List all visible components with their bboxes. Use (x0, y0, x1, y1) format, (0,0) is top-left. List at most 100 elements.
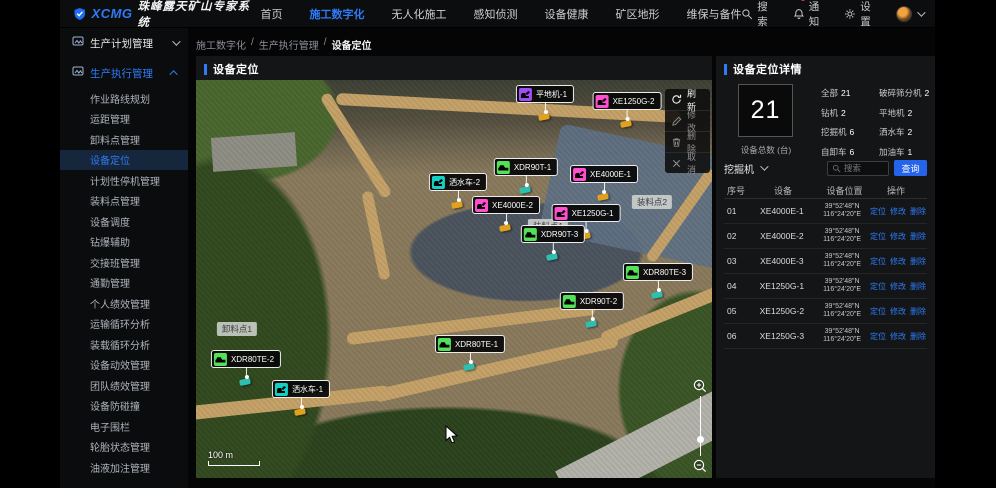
locate-link[interactable]: 定位 (870, 231, 886, 242)
map-tool-cancel[interactable]: 取消 (665, 152, 710, 173)
equipment-marker[interactable]: XE4000E-1 (570, 165, 638, 183)
device-type-select[interactable]: 挖掘机 (724, 161, 766, 176)
equipment-marker[interactable]: XDR90T-1 (494, 158, 558, 176)
nav-menu-item[interactable]: 维保与备件 (686, 6, 741, 22)
satellite-map[interactable]: 卸料点1装料点1装料点2 平地机-1XE1250G-2XDR90T-1洒水车-2… (196, 80, 712, 478)
locate-link[interactable]: 定位 (870, 331, 886, 342)
settings-button[interactable]: 设置 (844, 0, 881, 29)
modify-link[interactable]: 修改 (890, 281, 906, 292)
locate-link[interactable]: 定位 (870, 206, 886, 217)
equipment-marker[interactable]: XE1250G-1 (552, 204, 621, 222)
sidebar-item[interactable]: 团队绩效管理 (60, 375, 188, 396)
sidebar-item[interactable]: 计划性停机管理 (60, 170, 188, 191)
modify-link[interactable]: 修改 (890, 231, 906, 242)
stat-value: 1 (908, 147, 913, 157)
equipment-marker[interactable]: 洒水车-1 (272, 380, 330, 398)
equipment-marker[interactable]: 平地机-1 (516, 85, 574, 103)
sidebar-item[interactable]: 设备防碰撞 (60, 396, 188, 417)
sidebar-item[interactable]: 设备调度 (60, 211, 188, 232)
app-window: XCMG 珠峰露天矿山专家系统 首页施工数字化无人化施工感知侦测设备健康矿区地形… (60, 0, 935, 488)
table-header-cell: 设备位置 (816, 184, 873, 197)
sidebar-item[interactable]: 交接班管理 (60, 252, 188, 273)
delete-link[interactable]: 删除 (910, 231, 926, 242)
table-header-row: 序号设备设备位置操作 (724, 182, 927, 199)
equipment-label: XDR90T-1 (514, 163, 551, 172)
locate-link[interactable]: 定位 (870, 256, 886, 267)
sidebar-item[interactable]: 作业路线规划 (60, 88, 188, 109)
query-button[interactable]: 查询 (894, 160, 927, 176)
modify-link[interactable]: 修改 (890, 256, 906, 267)
sidebar-group[interactable]: 生产计划管理 (60, 28, 188, 58)
modify-link[interactable]: 修改 (890, 206, 906, 217)
modify-link[interactable]: 修改 (890, 306, 906, 317)
equipment-marker[interactable]: XDR80TE-3 (623, 263, 693, 281)
sidebar-item[interactable]: 轮胎状态管理 (60, 437, 188, 458)
sidebar-item[interactable]: 通勤管理 (60, 273, 188, 294)
nav-menu-item[interactable]: 施工数字化 (309, 6, 364, 22)
equipment-marker[interactable]: XE4000E-2 (472, 196, 540, 214)
notification-badge (801, 0, 805, 1)
zoom-slider-track[interactable] (700, 396, 701, 456)
sidebar-item[interactable]: 设备动效管理 (60, 355, 188, 376)
zoom-in-button[interactable] (692, 378, 708, 394)
device-search-input[interactable]: 搜索 (827, 161, 889, 176)
delete-link[interactable]: 删除 (910, 206, 926, 217)
locate-link[interactable]: 定位 (870, 281, 886, 292)
sidebar-group[interactable]: 生产执行管理 (60, 58, 188, 88)
sidebar-item[interactable]: 装料点管理 (60, 191, 188, 212)
device-stat: 自卸车6 (821, 146, 879, 158)
search-button[interactable]: 搜索 (741, 0, 778, 29)
map-tool-trash[interactable]: 删除 (665, 131, 710, 152)
search-placeholder: 搜索 (844, 162, 861, 174)
avatar (896, 6, 912, 22)
sidebar-item[interactable]: 个人绩效管理 (60, 293, 188, 314)
screen: XCMG 珠峰露天矿山专家系统 首页施工数字化无人化施工感知侦测设备健康矿区地形… (0, 0, 996, 488)
locate-link[interactable]: 定位 (870, 306, 886, 317)
map-tool-refresh[interactable]: 刷新 (665, 89, 710, 110)
user-menu[interactable] (896, 6, 923, 22)
longitude: 116°24'20"E (814, 336, 870, 345)
chevron-up-icon (169, 70, 177, 78)
nav-menu-item[interactable]: 感知侦测 (473, 6, 517, 22)
nav-menu-item[interactable]: 无人化施工 (391, 6, 446, 22)
nav-menu-item[interactable]: 矿区地形 (615, 6, 659, 22)
sidebar-item[interactable]: 卸料点管理 (60, 129, 188, 150)
equipment-marker[interactable]: XDR80TE-2 (211, 350, 281, 368)
breadcrumb-separator: / (324, 37, 327, 52)
sidebar-item[interactable]: 电子围栏 (60, 416, 188, 437)
sidebar-item[interactable]: 运距管理 (60, 109, 188, 130)
edit-icon (671, 116, 682, 127)
table-row: 06XE1250G-339°52'48"N116°24'20"E定位修改删除 (724, 324, 927, 349)
sidebar-item[interactable]: 钻爆辅助 (60, 232, 188, 253)
map-scale-bar: 100 m (208, 450, 260, 466)
row-number: 04 (724, 281, 750, 291)
sidebar-item[interactable]: 油液加注管理 (60, 457, 188, 478)
device-position: 39°52'48"N116°24'20"E (814, 228, 870, 245)
breadcrumb-item[interactable]: 生产执行管理 (259, 37, 319, 52)
nav-menu-item[interactable]: 设备健康 (544, 6, 588, 22)
equipment-label: 洒水车-1 (292, 384, 323, 395)
delete-link[interactable]: 删除 (910, 281, 926, 292)
nav-menu-item[interactable]: 首页 (260, 6, 282, 22)
notifications-button[interactable]: 通知 (793, 0, 830, 29)
equipment-label: XE4000E-2 (492, 201, 533, 210)
equipment-marker[interactable]: 洒水车-2 (429, 173, 487, 191)
modify-link[interactable]: 修改 (890, 331, 906, 342)
equipment-marker[interactable]: XDR90T-2 (560, 292, 624, 310)
zoom-out-button[interactable] (692, 458, 708, 474)
delete-link[interactable]: 删除 (910, 256, 926, 267)
row-number: 06 (724, 331, 750, 341)
equipment-marker[interactable]: XDR90T-3 (521, 225, 585, 243)
zoom-slider-knob[interactable] (697, 436, 704, 443)
longitude: 116°24'20"E (814, 261, 870, 270)
delete-link[interactable]: 删除 (910, 331, 926, 342)
equipment-marker[interactable]: XDR80TE-1 (435, 335, 505, 353)
sidebar-item[interactable]: 装载循环分析 (60, 334, 188, 355)
breadcrumb-item[interactable]: 施工数字化 (196, 37, 246, 52)
equipment-marker[interactable]: XE1250G-2 (593, 92, 662, 110)
row-actions: 定位修改删除 (870, 256, 927, 267)
sidebar-item[interactable]: 运输循环分析 (60, 314, 188, 335)
sidebar-item[interactable]: 设备定位 (60, 150, 188, 171)
map-tool-edit[interactable]: 修改 (665, 110, 710, 131)
delete-link[interactable]: 删除 (910, 306, 926, 317)
